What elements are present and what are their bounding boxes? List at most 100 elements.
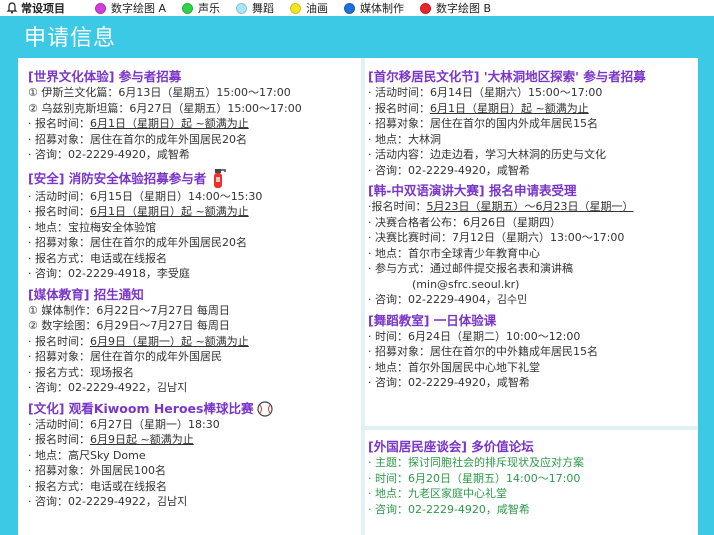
info-line: · 招募对象：居住在首尔的成年外国居民20名	[28, 132, 360, 148]
info-line: · 报名方式：现场报名	[28, 365, 360, 381]
info-line-text: · 地点：高尺Sky Dome	[28, 448, 146, 462]
underlined-date: 6月9日起 ~额满为止	[90, 433, 194, 446]
info-line: ① 伊斯兰文化篇：6月13日（星期五）15:00～17:00	[28, 85, 360, 101]
info-line-text: · 咨询：02-2229-4922，김남지	[28, 381, 188, 394]
section-title-text: [外国居民座谈会] 多价值论坛	[368, 439, 534, 454]
legend-item-label: 油画	[306, 2, 329, 15]
info-line: · 地点：首尔外国居民中心地下礼堂	[368, 360, 690, 376]
section-title-text: [媒体教育] 招生通知	[28, 286, 144, 302]
info-line-text: · 活动时间：6月27日（星期一）18:30	[28, 417, 220, 431]
info-line: · 报名时间：6月1日（星期日）起 ~额满为止	[368, 101, 690, 117]
info-line-text: · 活动时间：6月14日（星期六）15:00～17:00	[368, 86, 603, 99]
info-line-text: · 时间：6月20日（星期五）14:00～17:00	[368, 471, 581, 485]
info-line: · 咨询：02-2229-4920，咸智希	[368, 375, 690, 391]
info-section: [媒体教育] 招生通知 ① 媒体制作：6月22日～7月27日 每周日 ② 数字绘图：…	[28, 286, 360, 396]
section-title-text: [世界文化体验] 参与者招募	[28, 69, 182, 84]
info-line: · 时间：6月20日（星期五）14:00～17:00	[368, 471, 690, 487]
info-line-text: · 报名时间：	[28, 334, 90, 348]
info-line-text: · 咨询：02-2229-4920，咸智希	[368, 163, 530, 177]
vertical-divider	[361, 58, 365, 535]
info-line: · 招募对象：居住在首尔的成年外国居民20名	[28, 235, 360, 251]
info-line: · 活动时间：6月14日（星期六）15:00～17:00	[368, 85, 690, 101]
section-title: [安全] 消防安全体验招募参与者	[28, 167, 360, 189]
info-line: · 时间：6月24日（星期二）10:00～12:00	[368, 329, 690, 345]
color-dot-icon	[420, 2, 432, 14]
underlined-date: 6月9日（星期一）起 ~额满为止	[90, 334, 249, 348]
info-line: · 咨询：02-2229-4920，咸智希	[368, 502, 690, 518]
info-line: · 报名时间：6月9日（星期一）起 ~额满为止	[28, 334, 360, 350]
info-line: · 咨询：02-2229-4918，李受庭	[28, 266, 360, 282]
info-line: · 地点：首尔市全球青少年教育中心	[368, 246, 690, 262]
info-line-text: · 咨询：02-2229-4920，咸智希	[28, 148, 190, 161]
info-line-text: · 咨询：02-2229-4920，咸智希	[368, 376, 530, 389]
info-line-text: · 招募对象：居住在首尔的成年外国居民	[28, 350, 222, 363]
legend-item-label: 舞蹈	[252, 2, 275, 15]
info-line: · 地点：高尺Sky Dome	[28, 448, 360, 464]
info-line-text: · 地点：大林洞	[368, 132, 441, 146]
info-line-text: · 时间：6月24日（星期二）10:00～12:00	[368, 329, 581, 343]
info-section: [世界文化体验] 参与者招募 ① 伊斯兰文化篇：6月13日（星期五）15:00～1…	[28, 68, 360, 163]
info-line: · 地点：九老区家庭中心礼堂	[368, 486, 690, 502]
info-line-text: · 报名时间：	[368, 101, 430, 115]
info-section: [首尔移居民文化节] '大林洞地区探索' 参与者招募 · 活动时间：6月14日（星…	[368, 68, 690, 178]
info-line: · 活动时间：6月15日（星期日）14:00～15:30	[28, 189, 360, 205]
legend-item: 油画	[290, 0, 328, 16]
info-section: [舞蹈教室] 一日体验课 · 时间：6月24日（星期二）10:00～12:00 · …	[368, 312, 690, 391]
underlined-date: 5月23日（星期五）～6月23日（星期一）	[426, 200, 634, 213]
legend-item-label: 媒体制作	[360, 2, 405, 15]
info-line: · 报名时间：6月1日（星期日）起 ~额满为止	[28, 204, 360, 220]
legend-item: 舞蹈	[236, 0, 274, 16]
top-legend-bar: 常设项目 数字绘图 A 声乐 舞蹈 油画 媒体制作 数字绘图 B	[0, 0, 714, 16]
bottom-section: [外国居民座谈会] 多价值论坛 · 主题：探讨同胞社会的排斥现状及应对方案 · 时间…	[368, 438, 690, 521]
info-line: · 咨询：02-2229-4922，김남지	[28, 380, 360, 396]
info-line: · 活动内容：边走边看，学习大林洞的历史与文化	[368, 147, 690, 163]
info-line: · 决赛合格者公布：6月26日（星期四）	[368, 215, 690, 231]
info-line: · 咨询：02-2229-4920，咸智希	[368, 163, 690, 179]
info-line: · 咨询：02-2229-4920，咸智希	[28, 147, 360, 163]
legend-item-label: 数字绘图 B	[436, 2, 492, 15]
info-line-text: · 主题：探讨同胞社会的排斥现状及应对方案	[368, 456, 584, 469]
info-line: ① 媒体制作：6月22日～7月27日 每周日	[28, 303, 360, 319]
section-title-text: [舞蹈教室] 一日体验课	[368, 312, 497, 328]
legend-item: 媒体制作	[344, 0, 404, 16]
info-line-text: ·报名时间：	[368, 200, 427, 213]
legend-item: 声乐	[182, 0, 220, 16]
legend-item: 数字绘图 A	[95, 0, 166, 16]
info-line: · 咨询：02-2229-4904，김수민	[368, 292, 690, 308]
info-line-text: ② 数字绘图：6月29日～7月27日 每周日	[28, 319, 230, 332]
info-line: · 报名时间：6月9日起 ~额满为止	[28, 432, 360, 448]
info-line: ② 乌兹别克斯坦篇：6月27日（星期五）15:00～17:00	[28, 101, 360, 117]
info-line-text: · 地点：首尔外国居民中心地下礼堂	[368, 360, 540, 374]
color-dot-icon	[290, 2, 302, 14]
info-line-text: · 地点：九老区家庭中心礼堂	[368, 487, 507, 500]
info-line-text: · 决赛合格者公布：6月26日（星期四）	[368, 215, 561, 229]
color-dot-icon	[344, 2, 356, 14]
legend-item-label: 数字绘图 A	[111, 2, 167, 15]
info-line-text: · 咨询：02-2229-4920，咸智希	[368, 502, 530, 516]
legend-item-label: 声乐	[198, 2, 221, 15]
info-line: (min@sfrc.seoul.kr)	[368, 277, 690, 293]
page-title: 申请信息	[18, 20, 696, 57]
info-line-text: · 地点：宝拉梅安全体验馆	[28, 220, 156, 234]
section-title: [媒体教育] 招生通知	[28, 286, 360, 303]
info-line: · 主题：探讨同胞社会的排斥现状及应对方案	[368, 455, 690, 471]
section-title: [首尔移居民文化节] '大林洞地区探索' 参与者招募	[368, 68, 690, 85]
baseball-icon	[257, 400, 274, 417]
info-line-text: · 报名时间：	[28, 205, 90, 218]
info-line-text: · 地点：首尔市全球青少年教育中心	[368, 246, 540, 260]
info-line: · 咨询：02-2229-4922，김남지	[28, 494, 360, 510]
section-title-text: [文化] 观看Kiwoom Heroes棒球比赛	[28, 400, 254, 416]
color-dot-icon	[95, 2, 106, 14]
section-title-text: [首尔移居民文化节] '大林洞地区探索' 参与者招募	[368, 69, 646, 84]
info-line: · 活动时间：6月27日（星期一）18:30	[28, 417, 360, 433]
horizontal-divider	[365, 426, 698, 430]
info-line: · 报名方式：电话或在线报名	[28, 251, 360, 267]
info-line-text: (min@sfrc.seoul.kr)	[412, 277, 520, 291]
info-line-text: · 活动时间：6月15日（星期日）14:00～15:30	[28, 189, 263, 203]
info-line: · 决赛比赛时间：7月12日（星期六）13:00～17:00	[368, 230, 690, 246]
info-line: · 地点：宝拉梅安全体验馆	[28, 220, 360, 236]
legend-item: 数字绘图 B	[420, 0, 491, 16]
info-line-text: · 参与方式：通过邮件提交报名表和演讲稿	[368, 262, 573, 275]
info-line-text: ② 乌兹别克斯坦篇：6月27日（星期五）15:00～17:00	[28, 101, 302, 115]
section-title: [韩-中双语演讲大赛] 报名申请表受理	[368, 182, 690, 199]
